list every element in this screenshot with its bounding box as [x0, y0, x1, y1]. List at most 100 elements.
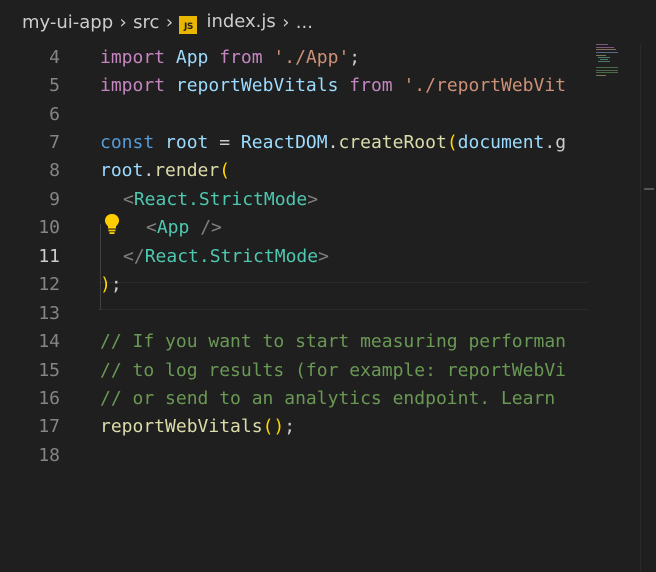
- code-line[interactable]: 12 );: [0, 271, 588, 299]
- code-text[interactable]: import reportWebVitals from './reportWeb…: [100, 72, 566, 100]
- token-component: React.StrictMode: [133, 189, 308, 210]
- token-variable: root: [165, 132, 209, 153]
- code-text[interactable]: reportWebVitals();: [100, 413, 295, 441]
- code-text[interactable]: );: [100, 271, 122, 299]
- token-function: reportWebVitals: [100, 416, 263, 437]
- token-punctuation: .: [143, 160, 155, 181]
- code-text[interactable]: <React.StrictMode>: [123, 186, 318, 214]
- code-text[interactable]: import App from './App';: [100, 44, 360, 72]
- breadcrumb-symbols[interactable]: ...: [296, 12, 313, 33]
- code-line[interactable]: 14 // If you want to start measuring per…: [0, 328, 588, 356]
- minimap-line: [600, 59, 608, 60]
- breadcrumb-file-index-js[interactable]: JS index.js: [179, 10, 276, 34]
- code-text[interactable]: const root = ReactDOM.createRoot(documen…: [100, 129, 566, 157]
- minimap-line: [596, 44, 608, 45]
- code-line[interactable]: 10 <App />: [0, 214, 588, 242]
- token-function: render: [154, 160, 220, 181]
- token-keyword: import: [100, 75, 166, 96]
- breadcrumb-folder-my-ui-app[interactable]: my-ui-app: [22, 12, 113, 33]
- token-string: './App': [273, 47, 350, 68]
- code-comment[interactable]: // or send to an analytics endpoint. Lea…: [100, 385, 555, 413]
- token-tag-bracket: </: [123, 246, 145, 267]
- minimap-line: [596, 55, 606, 56]
- lightbulb-icon[interactable]: [103, 213, 121, 235]
- line-number: 18: [38, 445, 60, 466]
- code-line[interactable]: 18: [0, 442, 588, 470]
- line-number: 13: [38, 303, 60, 324]
- line-number: 14: [38, 331, 60, 352]
- line-number: 10: [38, 217, 60, 238]
- code-editor[interactable]: 4 import App from './App'; 5 import repo…: [0, 44, 588, 572]
- code-line[interactable]: 9 <React.StrictMode>: [0, 186, 588, 214]
- line-number: 6: [49, 104, 60, 125]
- code-line[interactable]: 6: [0, 101, 588, 129]
- token-identifier: App: [165, 47, 220, 68]
- line-number: 12: [38, 274, 60, 295]
- token-operator: =: [208, 132, 241, 153]
- token-punctuation: ;: [349, 47, 361, 68]
- code-comment[interactable]: // to log results (for example: reportWe…: [100, 357, 566, 385]
- line-number: 4: [49, 47, 60, 68]
- minimap[interactable]: [588, 44, 618, 572]
- token-tag-bracket: <: [123, 189, 134, 210]
- token-tag-bracket: >: [318, 246, 329, 267]
- minimap-line: [596, 67, 618, 68]
- breadcrumb-file-label: index.js: [206, 10, 276, 32]
- minimap-line: [596, 52, 618, 53]
- code-line[interactable]: 4 import App from './App';: [0, 44, 588, 72]
- token-bracket: ): [273, 416, 285, 437]
- line-number: 9: [49, 189, 60, 210]
- token-component: App: [156, 217, 190, 238]
- minimap-line: [596, 49, 616, 50]
- breadcrumb-folder-src[interactable]: src: [133, 12, 159, 33]
- token-tag-bracket: />: [189, 217, 222, 238]
- minimap-line: [596, 72, 618, 73]
- breadcrumb: my-ui-app › src › JS index.js › ...: [0, 0, 656, 44]
- line-number: 7: [49, 132, 60, 153]
- token-punctuation: ;: [110, 274, 122, 295]
- token-bracket: ): [100, 274, 111, 295]
- token-punctuation: .g: [544, 132, 567, 153]
- code-line[interactable]: 17 reportWebVitals();: [0, 413, 588, 441]
- scrollbar-cursor-marker: [644, 188, 654, 190]
- code-line[interactable]: 7 const root = ReactDOM.createRoot(docum…: [0, 129, 588, 157]
- token-tag-bracket: >: [307, 189, 319, 210]
- line-number: 15: [38, 360, 60, 381]
- token-keyword: const: [100, 132, 155, 153]
- token-keyword: import: [100, 47, 166, 68]
- line-number-active: 11: [38, 246, 60, 267]
- token-function: createRoot: [338, 132, 447, 153]
- vertical-scrollbar[interactable]: [640, 44, 656, 572]
- code-text[interactable]: </React.StrictMode>: [123, 243, 329, 271]
- line-number: 8: [49, 160, 60, 181]
- token-variable: ReactDOM: [240, 132, 328, 153]
- code-line[interactable]: 13: [0, 300, 588, 328]
- code-line[interactable]: 8 root.render(: [0, 157, 588, 185]
- line-number: 17: [38, 416, 60, 437]
- token-variable: document: [457, 132, 545, 153]
- code-line[interactable]: 16 // or send to an analytics endpoint. …: [0, 385, 588, 413]
- code-line-active[interactable]: 11 </React.StrictMode>: [0, 243, 588, 271]
- minimap-line: [598, 61, 610, 62]
- code-comment[interactable]: // If you want to start measuring perfor…: [100, 328, 566, 356]
- code-text[interactable]: root.render(: [100, 157, 230, 185]
- javascript-file-icon: JS: [179, 15, 198, 34]
- token-component: React.StrictMode: [144, 246, 319, 267]
- token-string: './reportWebVit: [403, 75, 567, 96]
- token-identifier: reportWebVitals: [165, 75, 350, 96]
- token-keyword: from: [219, 47, 263, 68]
- code-line[interactable]: 15 // to log results (for example: repor…: [0, 357, 588, 385]
- token-variable: root: [100, 160, 144, 181]
- minimap-line: [596, 75, 606, 76]
- line-number: 16: [38, 388, 60, 409]
- token-bracket: (: [219, 160, 231, 181]
- token-punctuation: .: [327, 132, 339, 153]
- code-line[interactable]: 5 import reportWebVitals from './reportW…: [0, 72, 588, 100]
- code-text[interactable]: <App />: [146, 214, 222, 242]
- token-bracket: (: [446, 132, 458, 153]
- chevron-right-icon: ›: [119, 11, 127, 33]
- token-bracket: (: [262, 416, 274, 437]
